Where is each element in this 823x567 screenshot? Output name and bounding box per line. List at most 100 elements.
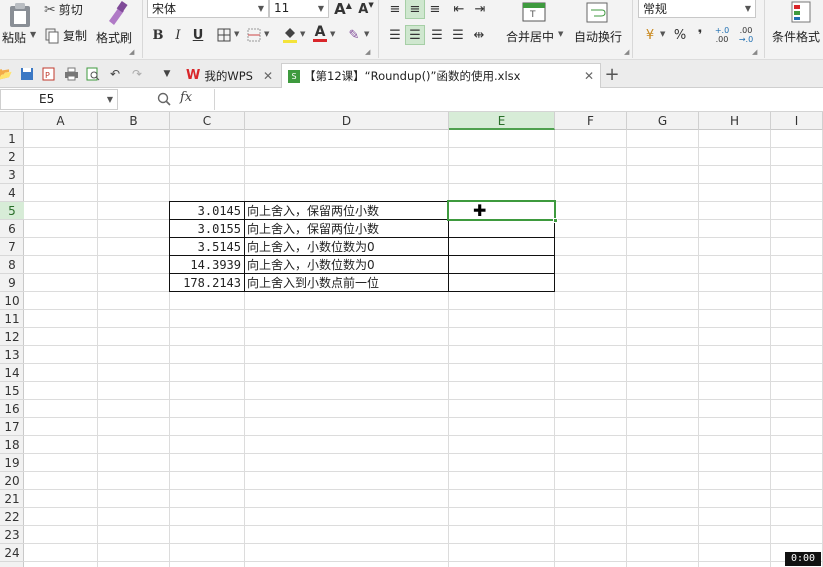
column-header-f[interactable]: F <box>555 112 627 130</box>
font-size-select[interactable]: 11 ▼ <box>269 0 329 18</box>
chevron-down-icon[interactable]: ▼ <box>300 31 305 38</box>
row-header-1[interactable]: 1 <box>0 130 24 148</box>
quick-access-dropdown[interactable]: ▼ <box>158 65 176 83</box>
column-header-h[interactable]: H <box>699 112 771 130</box>
align-right-button[interactable]: ☰ <box>427 25 447 45</box>
decrease-indent-button[interactable]: ⇤ <box>449 0 469 19</box>
row-header-15[interactable]: 15 <box>0 382 24 400</box>
align-top-button[interactable]: ≡ <box>385 0 405 19</box>
new-tab-button[interactable]: + <box>603 64 621 85</box>
column-header-d[interactable]: D <box>245 112 449 130</box>
font-dialog-launcher-icon[interactable]: ◢ <box>365 48 370 56</box>
row-header-5[interactable]: 5 <box>0 202 24 220</box>
print-preview-button[interactable] <box>84 65 102 83</box>
zoom-formula-button[interactable] <box>156 91 172 107</box>
cut-button[interactable]: ✂ 剪切 <box>44 1 83 18</box>
close-icon[interactable]: ✕ <box>584 69 594 83</box>
export-pdf-button[interactable]: P <box>40 65 58 83</box>
percent-button[interactable]: % <box>670 25 690 45</box>
row-header-2[interactable]: 2 <box>0 148 24 166</box>
cell-grid[interactable]: 3.0145 向上舍入，保留两位小数 3.0155 向上舍入，保留两位小数 3.5145… <box>24 130 823 567</box>
insert-function-button[interactable]: fx <box>180 90 192 105</box>
row-header-7[interactable]: 7 <box>0 238 24 256</box>
row-header-11[interactable]: 11 <box>0 310 24 328</box>
name-box[interactable]: E5 ▼ <box>0 89 118 110</box>
chevron-down-icon[interactable]: ▼ <box>264 31 269 38</box>
row-header-3[interactable]: 3 <box>0 166 24 184</box>
fill-handle[interactable] <box>553 218 558 223</box>
formula-input[interactable] <box>214 89 823 110</box>
align-middle-button[interactable]: ≡ <box>405 0 425 19</box>
row-header-6[interactable]: 6 <box>0 220 24 238</box>
column-header-i[interactable]: I <box>771 112 823 130</box>
row-header-4[interactable]: 4 <box>0 184 24 202</box>
row-header-23[interactable]: 23 <box>0 526 24 544</box>
number-dialog-launcher-icon[interactable]: ◢ <box>752 48 757 56</box>
save-button[interactable] <box>18 65 36 83</box>
borders-button[interactable] <box>214 25 234 45</box>
alignment-dialog-launcher-icon[interactable]: ◢ <box>624 48 629 56</box>
row-header-16[interactable]: 16 <box>0 400 24 418</box>
row-header-21[interactable]: 21 <box>0 490 24 508</box>
font-name-select[interactable]: 宋体 ▼ <box>147 0 269 18</box>
bold-button[interactable]: B <box>148 25 168 45</box>
number-format-select[interactable]: 常规 ▼ <box>638 0 756 18</box>
justify-button[interactable]: ☰ <box>448 25 468 45</box>
shrink-font-button[interactable]: A ▼ <box>356 0 376 19</box>
decrease-decimal-button[interactable]: .00 →.0 <box>736 25 756 45</box>
fill-color-button[interactable] <box>280 24 300 44</box>
thousands-separator-button[interactable]: ❜ <box>690 25 710 45</box>
close-icon[interactable]: ✕ <box>263 69 273 83</box>
row-header-12[interactable]: 12 <box>0 328 24 346</box>
underline-button[interactable]: U <box>188 25 208 45</box>
cell-border-style-button[interactable] <box>244 25 264 45</box>
print-button[interactable] <box>62 65 80 83</box>
undo-button[interactable]: ↶ <box>106 65 124 83</box>
align-bottom-button[interactable]: ≡ <box>425 0 445 19</box>
column-header-c[interactable]: C <box>170 112 245 130</box>
align-center-button[interactable]: ☰ <box>405 25 425 45</box>
paste-button[interactable]: 粘贴 ▼ <box>2 0 38 58</box>
column-header-a[interactable]: A <box>24 112 98 130</box>
increase-indent-button[interactable]: ⇥ <box>470 0 490 19</box>
chevron-down-icon[interactable]: ▼ <box>660 31 665 38</box>
row-header-22[interactable]: 22 <box>0 508 24 526</box>
chevron-down-icon[interactable]: ▼ <box>364 31 369 38</box>
grow-font-button[interactable]: A ▲ <box>333 0 353 19</box>
merge-center-button[interactable]: T 合并居中 ▼ <box>502 0 566 58</box>
redo-button[interactable]: ↷ <box>128 65 146 83</box>
open-folder-icon[interactable]: 📂 <box>0 65 14 83</box>
row-header-24[interactable]: 24 <box>0 544 24 562</box>
row-header-17[interactable]: 17 <box>0 418 24 436</box>
row-header-10[interactable]: 10 <box>0 292 24 310</box>
row-header-19[interactable]: 19 <box>0 454 24 472</box>
column-header-e[interactable]: E <box>449 112 555 130</box>
row-header-18[interactable]: 18 <box>0 436 24 454</box>
clipboard-dialog-launcher-icon[interactable]: ◢ <box>129 48 134 56</box>
copy-button[interactable]: 复制 <box>44 27 87 44</box>
row-header-20[interactable]: 20 <box>0 472 24 490</box>
align-left-button[interactable]: ☰ <box>385 25 405 45</box>
row-header-13[interactable]: 13 <box>0 346 24 364</box>
chevron-down-icon[interactable]: ▼ <box>234 31 239 38</box>
chevron-down-icon[interactable]: ▼ <box>330 31 335 38</box>
conditional-format-button[interactable]: 条件格式 <box>768 0 823 58</box>
row-header-14[interactable]: 14 <box>0 364 24 382</box>
increase-decimal-button[interactable]: +.0.00 <box>712 25 732 45</box>
row-header-8[interactable]: 8 <box>0 256 24 274</box>
column-header-g[interactable]: G <box>627 112 699 130</box>
italic-button[interactable]: I <box>168 25 188 45</box>
font-color-button[interactable]: A <box>310 23 330 43</box>
tab-current-workbook[interactable]: S 【第12课】“Roundup()”函数的使用.xlsx ✕ <box>281 63 601 88</box>
gridline <box>24 165 823 166</box>
wrap-text-button[interactable]: 自动换行 <box>572 0 624 58</box>
row-header-9[interactable]: 9 <box>0 274 24 292</box>
active-cell-outline[interactable] <box>447 200 558 223</box>
distributed-button[interactable]: ⇹ <box>469 25 489 45</box>
font-color-swatch <box>313 38 327 42</box>
currency-format-button[interactable]: ¥ <box>640 25 660 45</box>
tab-my-wps[interactable]: W 我的WPS ✕ <box>180 63 279 88</box>
clear-format-button[interactable]: ✎ <box>344 25 364 45</box>
column-header-b[interactable]: B <box>98 112 170 130</box>
select-all-corner[interactable] <box>0 112 24 130</box>
